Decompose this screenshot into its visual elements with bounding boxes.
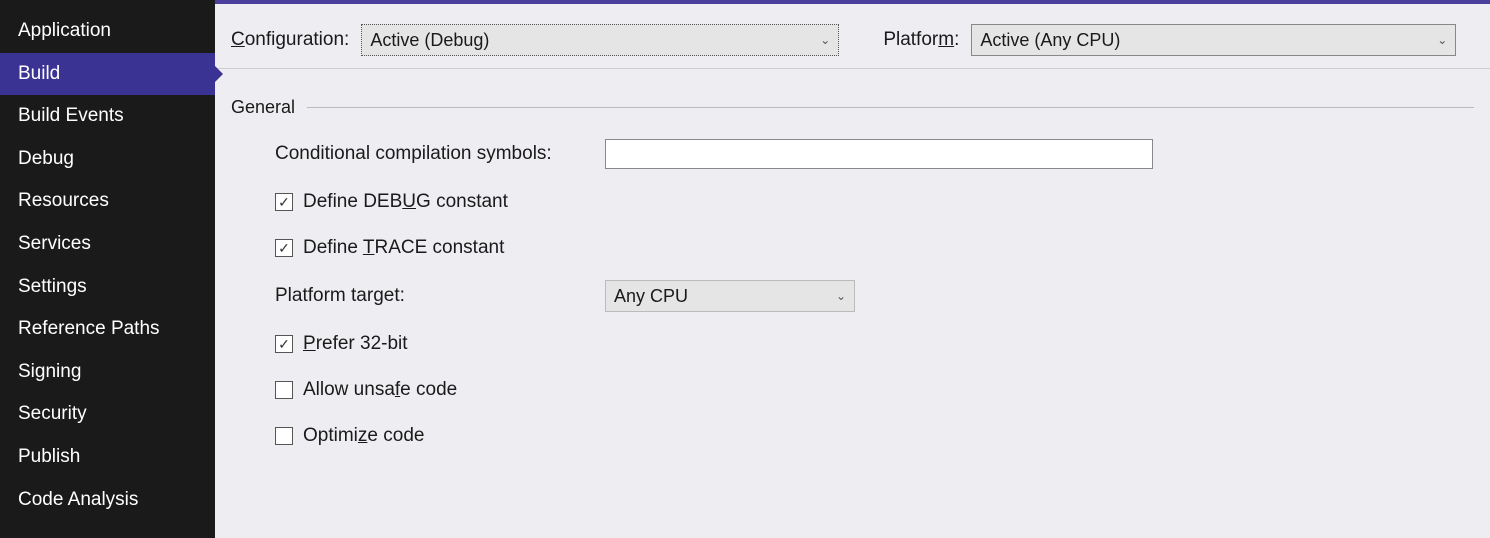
- section-general-header: General: [215, 69, 1490, 126]
- sidebar-item-publish[interactable]: Publish: [0, 436, 215, 479]
- main-panel: Configuration: Active (Debug) ⌄ Platform…: [215, 0, 1490, 538]
- section-general-label: General: [231, 97, 295, 118]
- sidebar-item-reference-paths[interactable]: Reference Paths: [0, 308, 215, 351]
- configuration-dropdown[interactable]: Active (Debug) ⌄: [361, 24, 839, 56]
- sidebar-item-security[interactable]: Security: [0, 393, 215, 436]
- prefer-32bit-label: Prefer 32-bit: [303, 333, 408, 355]
- platform-value: Active (Any CPU): [980, 30, 1120, 51]
- divider: [307, 107, 1474, 108]
- chevron-down-icon: ⌄: [1437, 33, 1447, 47]
- chevron-down-icon: ⌄: [836, 289, 846, 303]
- prefer-32bit-row[interactable]: Prefer 32-bit: [275, 326, 1474, 362]
- sidebar-item-application[interactable]: Application: [0, 10, 215, 53]
- define-debug-label: Define DEBUG constant: [303, 191, 508, 213]
- sidebar-item-settings[interactable]: Settings: [0, 266, 215, 309]
- chevron-down-icon: ⌄: [820, 33, 830, 47]
- sidebar-item-resources[interactable]: Resources: [0, 180, 215, 223]
- cond-symbols-row: Conditional compilation symbols:: [275, 134, 1474, 174]
- sidebar: Application Build Build Events Debug Res…: [0, 0, 215, 538]
- general-form: Conditional compilation symbols: Define …: [215, 126, 1490, 454]
- platform-dropdown[interactable]: Active (Any CPU) ⌄: [971, 24, 1456, 56]
- allow-unsafe-label: Allow unsafe code: [303, 379, 457, 401]
- configuration-value: Active (Debug): [370, 30, 489, 51]
- optimize-code-row[interactable]: Optimize code: [275, 418, 1474, 454]
- cond-symbols-input[interactable]: [605, 139, 1153, 169]
- allow-unsafe-checkbox[interactable]: [275, 381, 293, 399]
- sidebar-item-debug[interactable]: Debug: [0, 138, 215, 181]
- configuration-label: Configuration:: [231, 29, 349, 51]
- define-debug-checkbox[interactable]: [275, 193, 293, 211]
- define-trace-checkbox[interactable]: [275, 239, 293, 257]
- sidebar-item-build-events[interactable]: Build Events: [0, 95, 215, 138]
- define-trace-row[interactable]: Define TRACE constant: [275, 230, 1474, 266]
- sidebar-item-signing[interactable]: Signing: [0, 351, 215, 394]
- platform-target-row: Platform target: Any CPU ⌄: [275, 276, 1474, 316]
- sidebar-item-code-analysis[interactable]: Code Analysis: [0, 479, 215, 522]
- define-debug-row[interactable]: Define DEBUG constant: [275, 184, 1474, 220]
- allow-unsafe-row[interactable]: Allow unsafe code: [275, 372, 1474, 408]
- cond-symbols-label: Conditional compilation symbols:: [275, 143, 605, 165]
- optimize-code-checkbox[interactable]: [275, 427, 293, 445]
- prefer-32bit-checkbox[interactable]: [275, 335, 293, 353]
- define-trace-label: Define TRACE constant: [303, 237, 504, 259]
- platform-target-value: Any CPU: [614, 286, 688, 307]
- top-row: Configuration: Active (Debug) ⌄ Platform…: [215, 4, 1490, 69]
- platform-target-dropdown[interactable]: Any CPU ⌄: [605, 280, 855, 312]
- optimize-code-label: Optimize code: [303, 425, 424, 447]
- platform-label: Platform:: [883, 29, 959, 51]
- sidebar-item-services[interactable]: Services: [0, 223, 215, 266]
- platform-target-label: Platform target:: [275, 285, 605, 307]
- sidebar-item-build[interactable]: Build: [0, 53, 215, 96]
